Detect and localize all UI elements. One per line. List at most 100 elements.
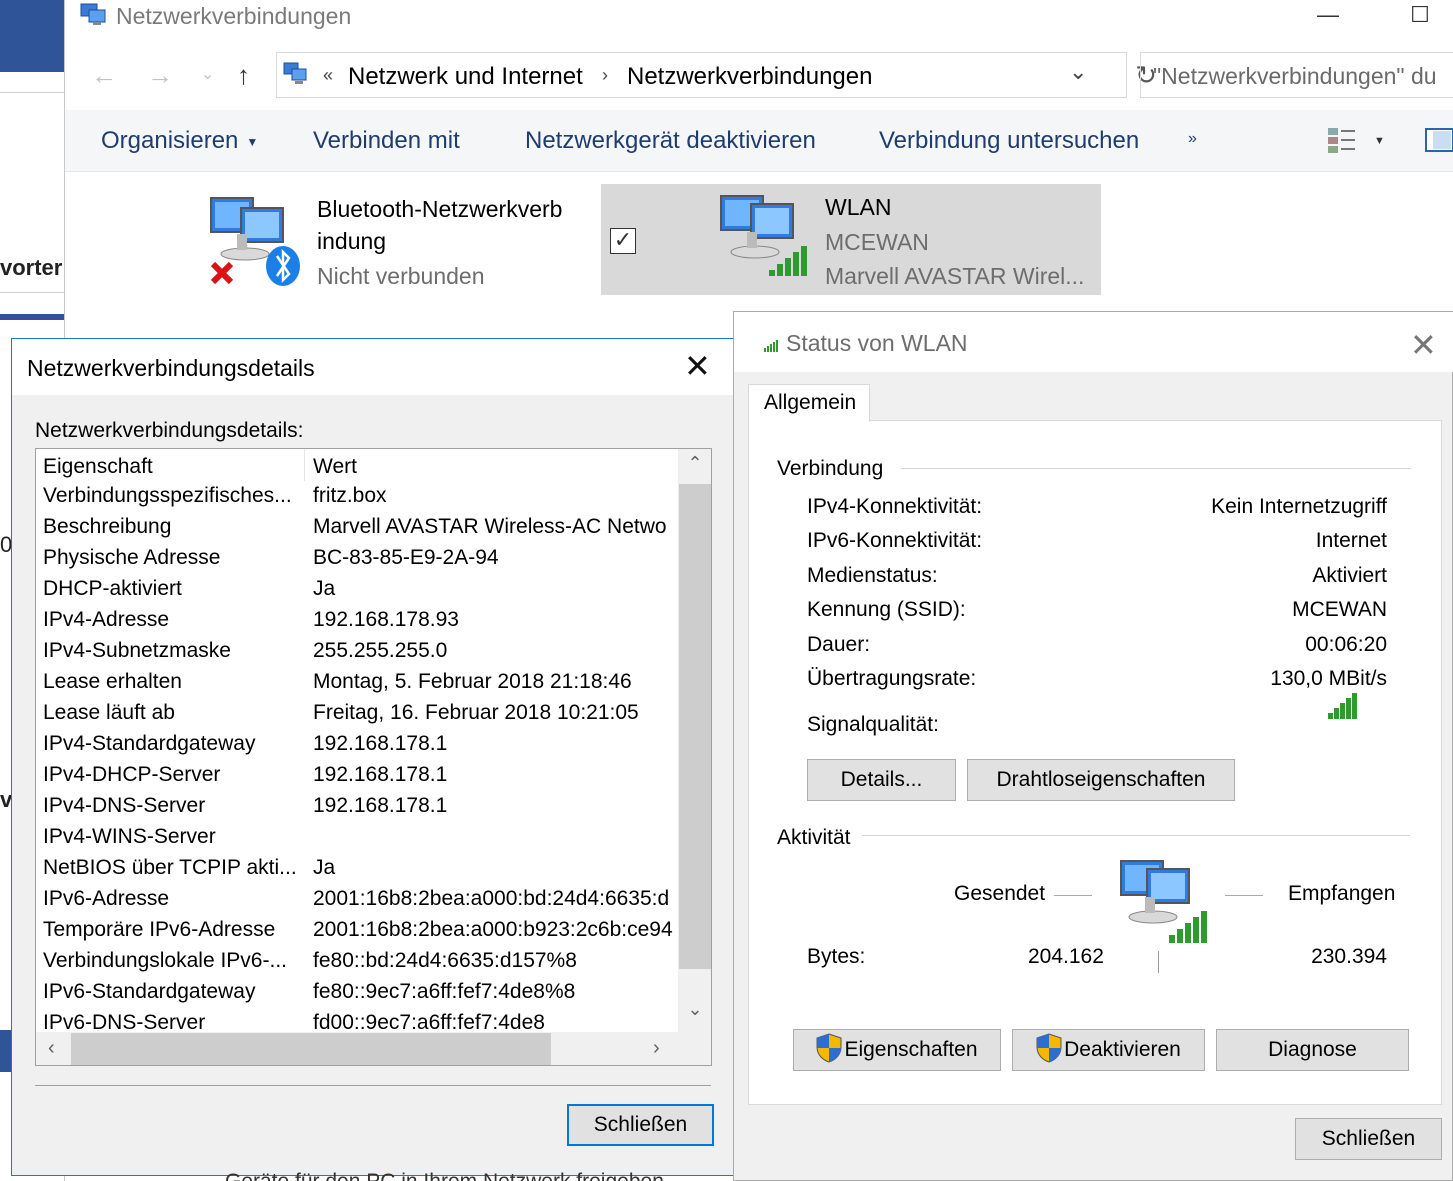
- property-cell: IPv4-Subnetzmaske: [43, 639, 231, 662]
- address-dropdown-chevron-icon[interactable]: ⌄: [1069, 59, 1087, 85]
- uac-shield-icon: [816, 1033, 842, 1063]
- status-field-value: Kein Internetzugriff: [1211, 495, 1387, 518]
- breadcrumb-network-connections[interactable]: Netzwerkverbindungen: [627, 63, 872, 91]
- close-icon[interactable]: ✕: [684, 347, 711, 385]
- disable-button[interactable]: Deaktivieren: [1012, 1029, 1205, 1071]
- activity-divider: [1158, 951, 1159, 973]
- close-button[interactable]: Schließen: [1295, 1118, 1442, 1160]
- dialog-title-bar: Status von WLAN ✕: [734, 312, 1453, 372]
- item-select-checkbox[interactable]: ✓: [610, 228, 636, 254]
- scrollbar-corner: [678, 1032, 711, 1065]
- table-row[interactable]: IPv4-WINS-Server: [36, 822, 678, 853]
- value-cell: Montag, 5. Februar 2018 21:18:46: [313, 670, 632, 693]
- up-arrow-icon[interactable]: ↑: [237, 60, 250, 91]
- signal-bars-icon: [764, 340, 778, 352]
- property-cell: Temporäre IPv6-Adresse: [43, 918, 276, 941]
- property-cell: Physische Adresse: [43, 546, 221, 569]
- disable-device-button[interactable]: Netzwerkgerät deaktivieren: [525, 127, 816, 155]
- status-field-value: Internet: [1315, 529, 1387, 553]
- table-row[interactable]: Physische Adresse BC-83-85-E9-2A-94: [36, 543, 678, 574]
- connect-to-button[interactable]: Verbinden mit: [313, 127, 460, 155]
- value-cell: fe80::9ec7:a6ff:fef7:4de8%8: [313, 980, 576, 1003]
- details-list[interactable]: Eigenschaft Wert Verbindungsspezifisches…: [35, 448, 712, 1066]
- close-icon[interactable]: ✕: [1410, 326, 1437, 364]
- table-row[interactable]: Verbindungsspezifisches... fritz.box: [36, 481, 678, 512]
- property-cell: IPv6-Adresse: [43, 887, 170, 910]
- breadcrumb-network-internet[interactable]: Netzwerk und Internet: [348, 63, 583, 91]
- value-cell: 2001:16b8:2bea:a000:b923:2c6b:ce94: [313, 918, 673, 941]
- view-options-icon[interactable]: [1327, 126, 1357, 154]
- received-line: [1225, 895, 1263, 896]
- table-row[interactable]: Beschreibung Marvell AVASTAR Wireless-AC …: [36, 512, 678, 543]
- maximize-button[interactable]: ☐: [1397, 0, 1443, 32]
- table-row[interactable]: DHCP-aktiviert Ja: [36, 574, 678, 605]
- network-connections-icon: [80, 3, 106, 25]
- preview-pane-icon[interactable]: [1425, 128, 1453, 152]
- value-cell: Ja: [313, 856, 336, 879]
- vertical-scroll-thumb[interactable]: [679, 484, 711, 969]
- property-cell: Verbindungsspezifisches...: [43, 484, 292, 507]
- close-button[interactable]: Schließen: [567, 1104, 714, 1146]
- breadcrumb-overflow[interactable]: «: [323, 65, 333, 86]
- table-row[interactable]: NetBIOS über TCPIP akti... Ja: [36, 853, 678, 884]
- status-field-label: Medienstatus:: [807, 563, 938, 587]
- scroll-left-arrow-icon[interactable]: ‹: [48, 1037, 55, 1060]
- property-cell: IPv4-Standardgateway: [43, 732, 256, 755]
- organize-button[interactable]: Organisieren ▼: [101, 127, 258, 155]
- sent-line: [1054, 895, 1092, 896]
- background-header: [0, 0, 64, 72]
- value-cell: Ja: [313, 577, 336, 600]
- address-bar[interactable]: « Netzwerk und Internet › Netzwerkverbin…: [276, 52, 1127, 98]
- table-row[interactable]: IPv6-Standardgateway fe80::9ec7:a6ff:fef7…: [36, 977, 678, 1008]
- dialog-title: Status von WLAN: [786, 330, 968, 356]
- wlan-status-dialog: Status von WLAN ✕ Allgemein Verbindung I…: [733, 311, 1453, 1181]
- horizontal-scroll-thumb[interactable]: [71, 1033, 551, 1065]
- back-arrow-icon[interactable]: ←: [91, 60, 117, 91]
- recent-locations-chevron-icon[interactable]: ⌄: [201, 64, 214, 84]
- table-row[interactable]: IPv4-Adresse 192.168.178.93: [36, 605, 678, 636]
- forward-arrow-icon[interactable]: →: [147, 60, 173, 91]
- command-bar: Organisieren ▼ Verbinden mit Netzwerkgerä…: [65, 110, 1453, 172]
- divider: [35, 1085, 711, 1086]
- divider: [862, 835, 1410, 836]
- table-row[interactable]: IPv4-DNS-Server 192.168.178.1: [36, 791, 678, 822]
- value-cell: 255.255.255.0: [313, 639, 448, 662]
- table-row[interactable]: Temporäre IPv6-Adresse 2001:16b8:2bea:a00…: [36, 915, 678, 946]
- vertical-scrollbar[interactable]: ⌃ ⌄: [678, 449, 711, 1032]
- breadcrumb-separator[interactable]: ›: [602, 65, 608, 86]
- value-cell: 192.168.178.1: [313, 732, 448, 755]
- horizontal-scrollbar[interactable]: ‹ ›: [36, 1032, 678, 1065]
- scroll-up-arrow-icon[interactable]: ⌃: [678, 453, 711, 474]
- scroll-down-arrow-icon[interactable]: ⌄: [678, 999, 711, 1020]
- diagnose-connection-button[interactable]: Verbindung untersuchen: [879, 127, 1139, 155]
- view-dropdown-chevron-icon[interactable]: ▼: [1374, 135, 1385, 147]
- table-row[interactable]: Lease läuft ab Freitag, 16. Februar 2018 …: [36, 698, 678, 729]
- table-row[interactable]: IPv4-Standardgateway 192.168.178.1: [36, 729, 678, 760]
- signal-bar: [1352, 693, 1357, 719]
- tab-general[interactable]: Allgemein: [748, 384, 870, 422]
- table-row[interactable]: IPv4-Subnetzmaske 255.255.255.0: [36, 636, 678, 667]
- column-header-value[interactable]: Wert: [313, 455, 357, 479]
- minimize-button[interactable]: —: [1305, 0, 1351, 32]
- column-header-property[interactable]: Eigenschaft: [43, 455, 153, 479]
- table-row[interactable]: Lease erhalten Montag, 5. Februar 2018 21…: [36, 667, 678, 698]
- bytes-sent-value: 204.162: [1028, 945, 1104, 968]
- status-field-label: Übertragungsrate:: [807, 667, 977, 690]
- properties-button[interactable]: Eigenschaften: [793, 1029, 1001, 1071]
- more-commands-button[interactable]: »: [1188, 130, 1197, 148]
- bluetooth-item-name-line2: indung: [317, 228, 387, 254]
- table-row[interactable]: IPv4-DHCP-Server 192.168.178.1: [36, 760, 678, 791]
- search-input[interactable]: "Netzwerkverbindungen" du: [1140, 52, 1453, 98]
- scroll-right-arrow-icon[interactable]: ›: [653, 1037, 660, 1060]
- wlan-item-adapter: Marvell AVASTAR Wirel...: [825, 263, 1085, 289]
- column-divider[interactable]: [304, 449, 305, 481]
- table-row[interactable]: Verbindungslokale IPv6-... fe80::bd:24d4:…: [36, 946, 678, 977]
- wireless-properties-button[interactable]: Drahtloseigenschaften: [967, 759, 1235, 801]
- details-button[interactable]: Details...: [807, 759, 956, 801]
- table-row[interactable]: IPv6-Adresse 2001:16b8:2bea:a000:bd:24d4:…: [36, 884, 678, 915]
- signal-bar: [1340, 703, 1345, 719]
- divider: [0, 92, 64, 93]
- signal-bar: [1328, 713, 1333, 719]
- diagnose-button[interactable]: Diagnose: [1216, 1029, 1409, 1071]
- bluetooth-item-name-line1: Bluetooth-Netzwerkverb: [317, 196, 563, 222]
